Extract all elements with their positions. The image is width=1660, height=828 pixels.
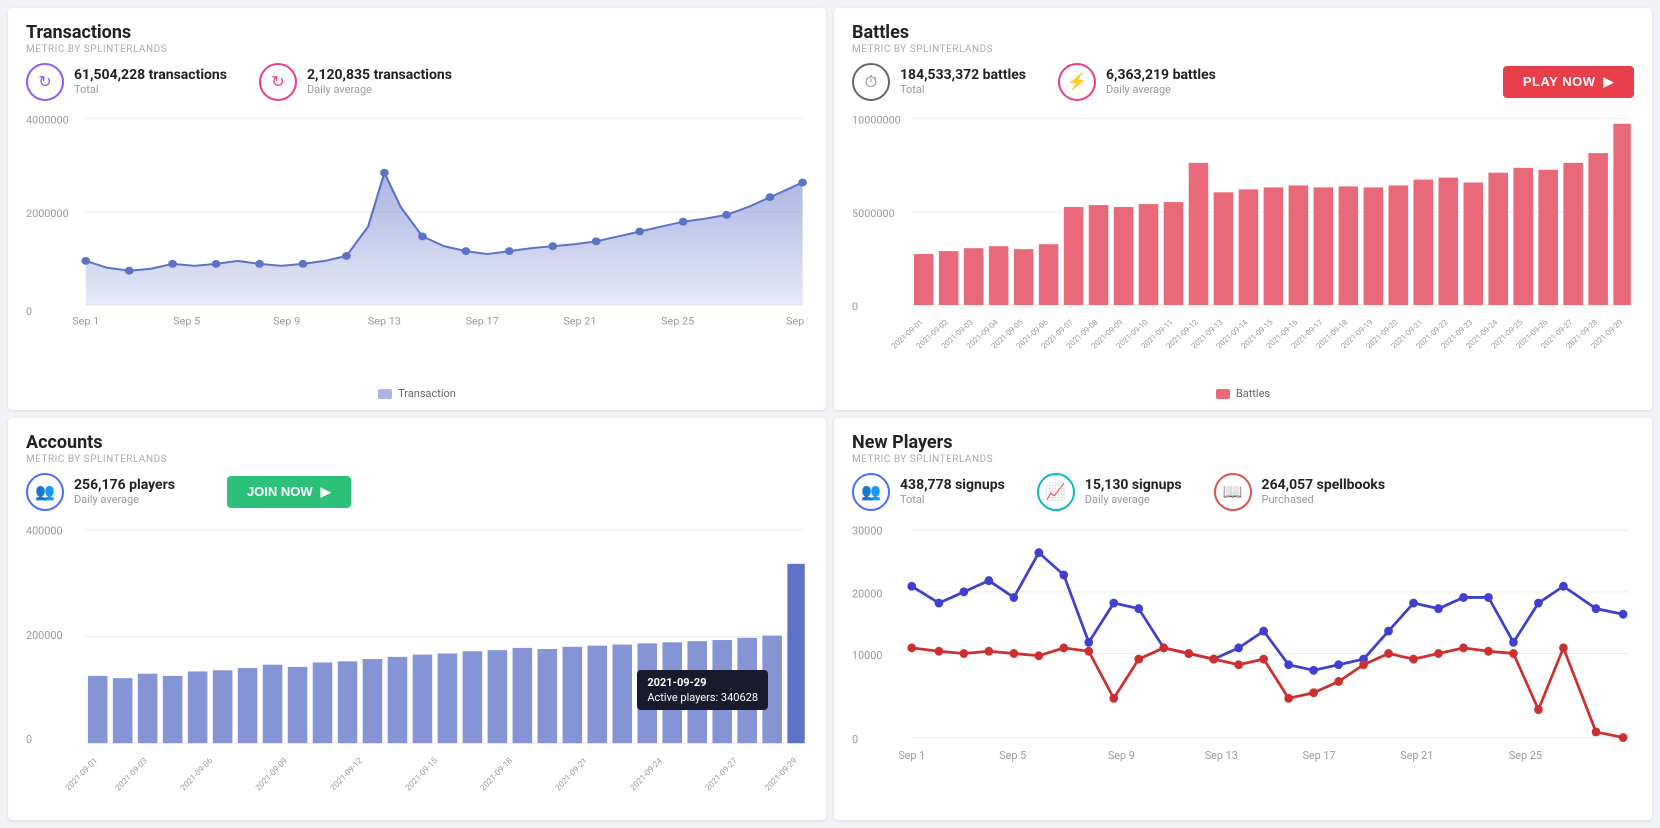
accounts-daily-text: 256,176 players Daily average: [74, 477, 175, 506]
join-now-button[interactable]: JOIN NOW ▶: [227, 476, 351, 508]
transactions-card: Transactions METRIC BY SPLINTERLANDS ↻ 6…: [8, 8, 826, 410]
transactions-daily-text: 2,120,835 transactions Daily average: [307, 67, 452, 96]
battles-card: Battles METRIC BY SPLINTERLANDS ⏱ 184,53…: [834, 8, 1652, 410]
svg-text:2021-09-27: 2021-09-27: [703, 755, 739, 792]
svg-text:0: 0: [26, 733, 32, 746]
transactions-daily-icon: ↻: [259, 63, 297, 101]
accounts-title: Accounts: [26, 432, 808, 454]
newplayers-total-icon: 👥: [852, 473, 890, 511]
battles-daily-metric: ⚡ 6,363,219 battles Daily average: [1058, 63, 1216, 101]
svg-text:30000: 30000: [852, 524, 882, 537]
svg-text:Sep 21: Sep 21: [563, 315, 596, 327]
svg-text:2021-09-21: 2021-09-21: [554, 756, 590, 793]
svg-text:Sep 17: Sep 17: [1302, 748, 1335, 761]
transactions-total-text: 61,504,228 transactions Total: [74, 67, 227, 96]
accounts-metrics: 👥 256,176 players Daily average JOIN NOW…: [26, 473, 808, 511]
svg-text:0: 0: [26, 305, 32, 317]
accounts-chart: 400000 200000 0: [26, 519, 808, 810]
accounts-tooltip: 2021-09-29 Active players: 340628: [637, 670, 768, 710]
svg-text:Sep 5: Sep 5: [999, 748, 1026, 761]
svg-text:Sep 21: Sep 21: [1400, 748, 1433, 761]
transactions-chart: 4000000 2000000 0: [26, 109, 808, 383]
accounts-daily-icon: 👥: [26, 473, 64, 511]
newplayers-daily-text: 15,130 signups Daily average: [1085, 477, 1182, 506]
transactions-svg: 4000000 2000000 0: [26, 109, 808, 383]
newplayers-svg: 30000 20000 10000 0: [852, 519, 1634, 810]
newplayers-daily-icon: 📈: [1037, 473, 1075, 511]
transactions-subtitle: METRIC BY SPLINTERLANDS: [26, 44, 808, 55]
battles-legend: Battles: [852, 387, 1634, 400]
svg-text:2021-09-01: 2021-09-01: [64, 756, 100, 793]
svg-text:2021-09-09: 2021-09-09: [254, 755, 290, 792]
svg-text:20000: 20000: [852, 587, 882, 600]
transactions-daily-metric: ↻ 2,120,835 transactions Daily average: [259, 63, 452, 101]
battles-daily-icon: ⚡: [1058, 63, 1096, 101]
play-now-button[interactable]: PLAY NOW ▶: [1503, 66, 1634, 98]
battles-total-text: 184,533,372 battles Total: [900, 67, 1026, 96]
battles-legend-box: [1216, 389, 1230, 399]
svg-text:Sep 17: Sep 17: [466, 315, 499, 327]
newplayers-chart: 30000 20000 10000 0: [852, 519, 1634, 810]
svg-text:Sep 9: Sep 9: [1108, 748, 1135, 761]
battles-subtitle: METRIC BY SPLINTERLANDS: [852, 44, 1634, 55]
play-icon: ▶: [1604, 74, 1615, 90]
newplayers-daily-metric: 📈 15,130 signups Daily average: [1037, 473, 1182, 511]
svg-text:4000000: 4000000: [26, 114, 69, 126]
newplayers-red-line: [912, 647, 1623, 737]
transactions-area: [86, 172, 803, 304]
svg-text:10000000: 10000000: [852, 114, 901, 126]
svg-text:Sep 13: Sep 13: [368, 315, 401, 327]
transactions-legend: Transaction: [26, 387, 808, 400]
svg-text:Sep 25: Sep 25: [661, 315, 694, 327]
newplayers-spellbooks-metric: 📖 264,057 spellbooks Purchased: [1214, 473, 1386, 511]
accounts-subtitle: METRIC BY SPLINTERLANDS: [26, 454, 808, 465]
newplayers-total-text: 438,778 signups Total: [900, 477, 1005, 506]
svg-text:2000000: 2000000: [26, 207, 69, 219]
svg-text:2021-09-18: 2021-09-18: [479, 755, 515, 792]
svg-text:Sep 1: Sep 1: [72, 315, 99, 327]
newplayers-spellbooks-text: 264,057 spellbooks Purchased: [1262, 477, 1386, 506]
svg-text:Sep 29: Sep 29: [786, 315, 808, 327]
battles-daily-text: 6,363,219 battles Daily average: [1106, 67, 1216, 96]
newplayers-metrics: 👥 438,778 signups Total 📈 15,130 signups…: [852, 473, 1634, 511]
svg-text:2021-09-06: 2021-09-06: [179, 755, 215, 792]
svg-text:200000: 200000: [26, 628, 63, 641]
dashboard: Transactions METRIC BY SPLINTERLANDS ↻ 6…: [0, 0, 1660, 828]
svg-text:0: 0: [852, 733, 858, 746]
transactions-total-metric: ↻ 61,504,228 transactions Total: [26, 63, 227, 101]
transactions-legend-box: [378, 389, 392, 399]
svg-text:2021-09-12: 2021-09-12: [329, 755, 365, 792]
battles-total-metric: ⏱ 184,533,372 battles Total: [852, 63, 1026, 101]
svg-text:400000: 400000: [26, 524, 63, 537]
svg-text:2021-09-15: 2021-09-15: [404, 755, 440, 792]
newplayers-spellbooks-icon: 📖: [1214, 473, 1252, 511]
svg-text:5000000: 5000000: [852, 207, 895, 219]
transactions-metrics: ↻ 61,504,228 transactions Total ↻ 2,120,…: [26, 63, 808, 101]
battles-metrics: ⏱ 184,533,372 battles Total ⚡ 6,363,219 …: [852, 63, 1634, 101]
newplayers-total-metric: 👥 438,778 signups Total: [852, 473, 1005, 511]
accounts-svg: 400000 200000 0: [26, 519, 808, 810]
accounts-daily-metric: 👥 256,176 players Daily average: [26, 473, 175, 511]
svg-text:2021-09-24: 2021-09-24: [629, 755, 665, 792]
battles-total-icon: ⏱: [852, 63, 890, 101]
svg-text:2021-09-03: 2021-09-03: [114, 755, 150, 792]
battles-chart: 10000000 5000000 0: [852, 109, 1634, 383]
newplayers-card: New Players METRIC BY SPLINTERLANDS 👥 43…: [834, 418, 1652, 820]
transactions-total-icon: ↻: [26, 63, 64, 101]
battles-svg: 10000000 5000000 0: [852, 109, 1634, 383]
svg-text:10000: 10000: [852, 649, 882, 662]
svg-text:Sep 1: Sep 1: [898, 748, 925, 761]
svg-text:2021-09-29: 2021-09-29: [763, 755, 799, 792]
newplayers-title: New Players: [852, 432, 1634, 454]
join-icon: ▶: [321, 484, 331, 500]
svg-text:Sep 25: Sep 25: [1509, 748, 1542, 761]
battles-title: Battles: [852, 22, 1634, 44]
svg-text:Sep 13: Sep 13: [1205, 748, 1238, 761]
newplayers-subtitle: METRIC BY SPLINTERLANDS: [852, 454, 1634, 465]
svg-text:Sep 5: Sep 5: [173, 315, 200, 327]
accounts-card: Accounts METRIC BY SPLINTERLANDS 👥 256,1…: [8, 418, 826, 820]
svg-text:Sep 9: Sep 9: [273, 315, 300, 327]
transactions-title: Transactions: [26, 22, 808, 44]
svg-text:0: 0: [852, 300, 858, 312]
